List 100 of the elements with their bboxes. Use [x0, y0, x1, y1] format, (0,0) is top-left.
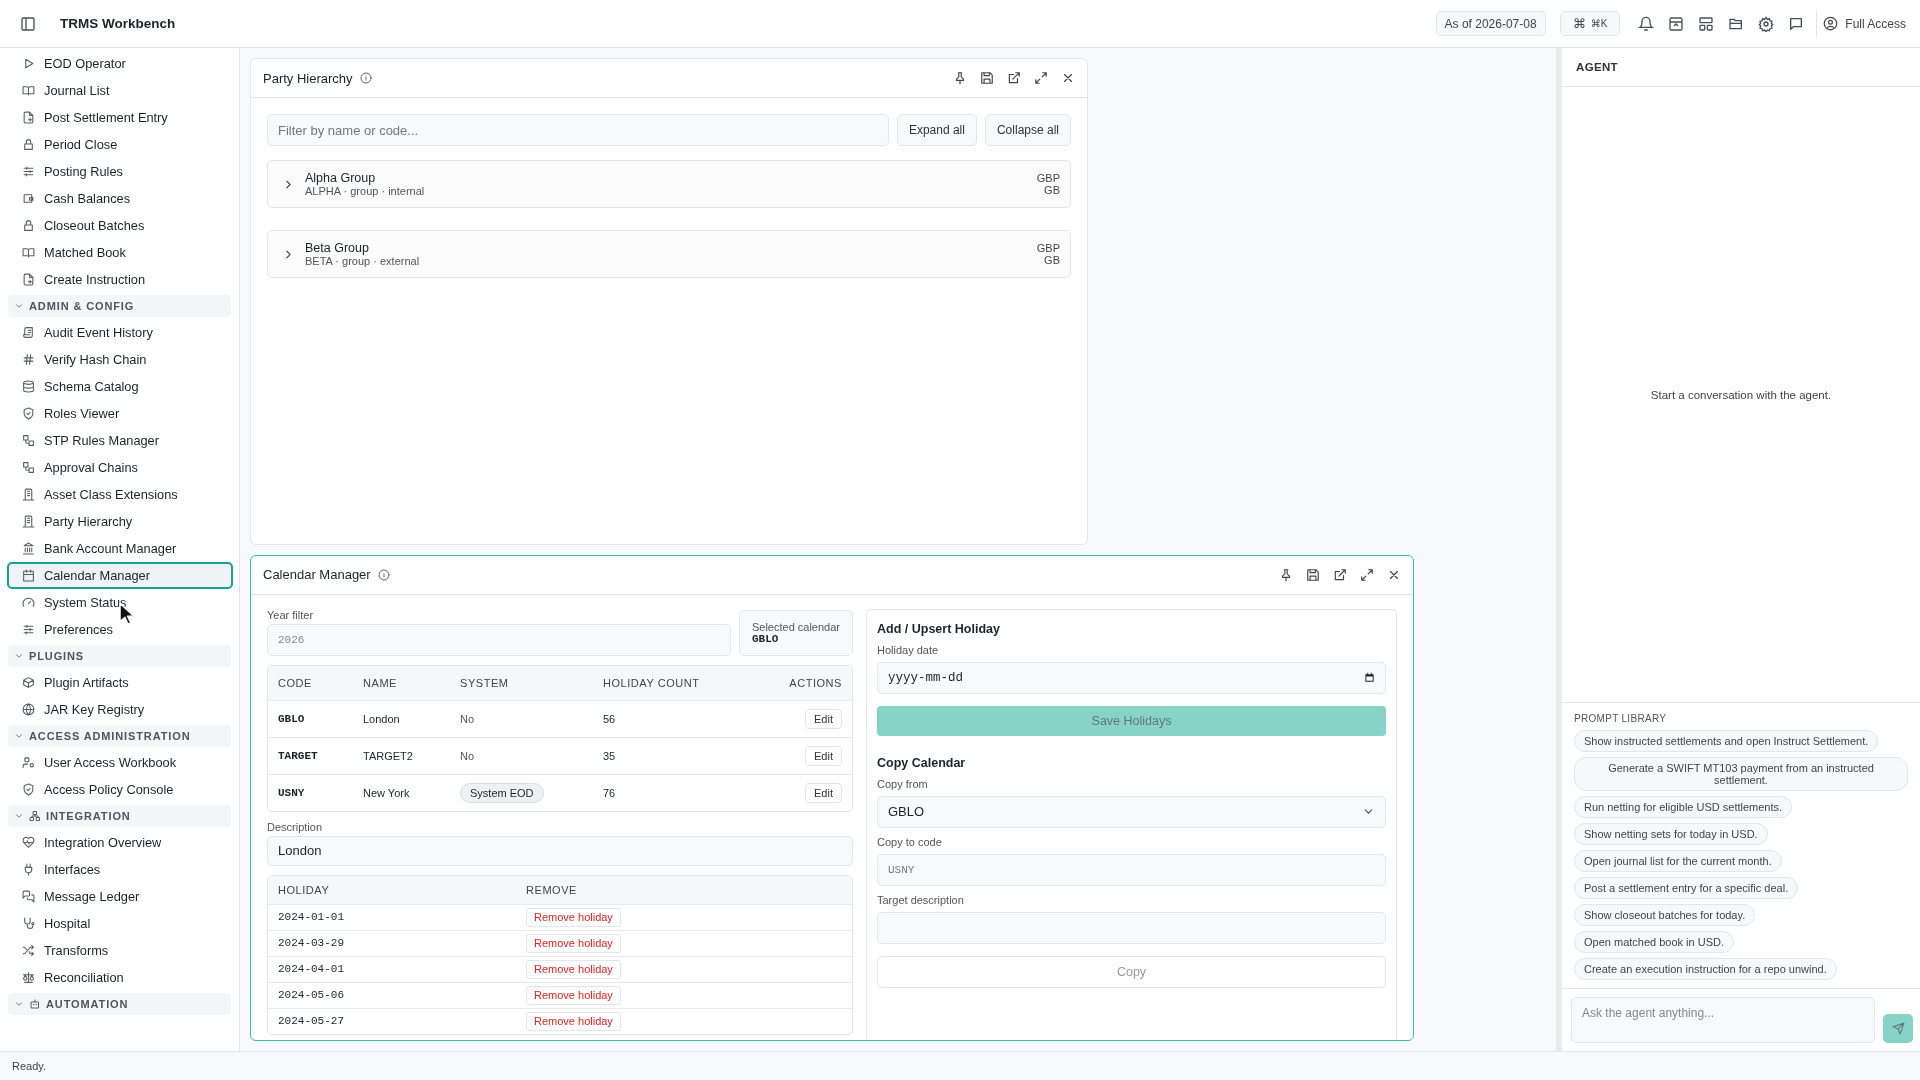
description-field[interactable]: London	[267, 835, 853, 866]
prompt-chip[interactable]: Open journal list for the current month.	[1574, 850, 1782, 872]
nav-item[interactable]: Schema Catalog	[7, 373, 233, 400]
nav-item[interactable]: Bank Account Manager	[7, 535, 233, 562]
hash-icon	[22, 353, 35, 366]
save-icon[interactable]	[980, 71, 994, 85]
selected-calendar-code: GBLO	[751, 632, 780, 645]
book-icon	[22, 84, 35, 97]
remove-holiday-button[interactable]: Remove holiday	[526, 1011, 621, 1031]
pin-icon[interactable]	[953, 71, 967, 85]
holiday-date-field[interactable]: yyyy-mm-dd	[877, 661, 1386, 694]
nav-item[interactable]: Journal List	[7, 77, 233, 104]
copy-from-select[interactable]: GBLO	[877, 795, 1386, 828]
prompt-chip[interactable]: Post a settlement entry for a specific deal.	[1574, 877, 1799, 899]
nav-item[interactable]: Create Instruction	[7, 266, 233, 293]
external-link-icon[interactable]	[1333, 567, 1347, 582]
nav-item[interactable]: Message Ledger	[7, 883, 233, 910]
panel-icon[interactable]	[1668, 15, 1685, 32]
calendar-icon[interactable]	[1364, 672, 1375, 683]
prompt-chip[interactable]: Open matched book in USD.	[1574, 931, 1735, 953]
remove-holiday-button[interactable]: Remove holiday	[526, 907, 621, 927]
remove-holiday-button[interactable]: Remove holiday	[526, 959, 621, 979]
nav-item[interactable]: Calendar Manager	[7, 562, 233, 589]
agent-input-field[interactable]: Ask the agent anything...	[1571, 997, 1875, 1043]
prompt-chip[interactable]: Show instructed settlements and open Instruct Settlement.	[1574, 730, 1879, 752]
prompt-chip[interactable]: Show closeout batches for today.	[1574, 904, 1756, 926]
country-code: GB	[1044, 184, 1060, 196]
nav-item[interactable]: User Access Workbook	[7, 749, 233, 776]
edit-button[interactable]: Edit	[805, 745, 842, 766]
wallet-icon	[22, 192, 35, 205]
command-palette-button[interactable]: ⌘ ⌘K	[1559, 11, 1621, 36]
nav-item[interactable]: Asset Class Extensions	[7, 481, 233, 508]
party-group-row[interactable]: Beta Group BETA · group · external GBP GB	[267, 230, 1071, 278]
edit-button[interactable]: Edit	[805, 782, 842, 803]
prompt-chip[interactable]: Show netting sets for today in USD.	[1574, 823, 1768, 845]
target-description-field[interactable]	[877, 911, 1386, 944]
section-header[interactable]: INTEGRATION	[8, 805, 231, 827]
prompt-chip[interactable]: Generate a SWIFT MT103 payment from an instructed settlement.	[1574, 757, 1908, 791]
nav-item[interactable]: STP Rules Manager	[7, 427, 233, 454]
table-cell-text: TARGET2	[363, 749, 414, 762]
nav-item[interactable]: Access Policy Console	[7, 776, 233, 803]
chevron-icon	[14, 731, 24, 741]
nav-item[interactable]: Closeout Batches	[7, 212, 233, 239]
close-icon[interactable]	[1061, 71, 1075, 85]
section-header[interactable]: ADMIN & CONFIG	[8, 295, 231, 317]
nav-item[interactable]: Interfaces	[7, 856, 233, 883]
nav-item[interactable]: Posting Rules	[7, 158, 233, 185]
external-link-icon[interactable]	[1007, 71, 1021, 85]
nav-item[interactable]: Reconciliation	[7, 964, 233, 991]
as-of-date-button[interactable]: As of 2026-07-08	[1435, 11, 1546, 36]
nav-item[interactable]: System Status	[7, 589, 233, 616]
info-icon[interactable]	[377, 568, 390, 581]
nav-item[interactable]: Preferences	[7, 616, 233, 643]
nav-item[interactable]: Cash Balances	[7, 185, 233, 212]
nav-item[interactable]: Audit Event History	[7, 319, 233, 346]
nav-item[interactable]: Matched Book	[7, 239, 233, 266]
workflow-icon	[22, 461, 35, 474]
nav-item[interactable]: Hospital	[7, 910, 233, 937]
tree-button[interactable]: Collapse all	[984, 114, 1071, 146]
database-icon	[22, 380, 35, 393]
nav-item[interactable]: EOD Operator	[7, 50, 233, 77]
maximize-icon[interactable]	[1034, 71, 1048, 85]
copy-to-code-field[interactable]: USNY	[877, 853, 1386, 886]
section-header[interactable]: AUTOMATION	[8, 993, 231, 1015]
network-icon	[29, 810, 41, 822]
table-cell-text: 35	[603, 749, 617, 762]
file-icon	[22, 273, 35, 286]
user-access-button[interactable]: Full Access	[1823, 16, 1906, 31]
layout-icon[interactable]	[1698, 15, 1715, 32]
edit-button[interactable]: Edit	[805, 708, 842, 729]
year-filter-field[interactable]: 2026	[267, 623, 731, 656]
chat-icon[interactable]	[1788, 15, 1805, 32]
nav-item[interactable]: JAR Key Registry	[7, 696, 233, 723]
send-icon	[1891, 1022, 1905, 1035]
nav-item[interactable]: Integration Overview	[7, 829, 233, 856]
filter-field[interactable]: Filter by name or code...	[267, 114, 889, 146]
maximize-icon[interactable]	[1360, 567, 1374, 582]
remove-holiday-button[interactable]: Remove holiday	[526, 985, 621, 1005]
pin-icon[interactable]	[1279, 567, 1293, 582]
tree-button[interactable]: Expand all	[896, 114, 977, 146]
prompt-chip[interactable]: Run netting for eligible USD settlements.	[1574, 796, 1793, 818]
nav-item[interactable]: Transforms	[7, 937, 233, 964]
settings-icon[interactable]	[1758, 15, 1775, 32]
prompt-chip[interactable]: Create an execution instruction for a repo unwind.	[1574, 958, 1837, 980]
save-icon[interactable]	[1306, 567, 1320, 582]
section-header[interactable]: ACCESS ADMINISTRATION	[8, 725, 231, 747]
section-header[interactable]: PLUGINS	[8, 645, 231, 667]
nav-item[interactable]: Party Hierarchy	[7, 508, 233, 535]
nav-item[interactable]: Plugin Artifacts	[7, 669, 233, 696]
party-group-row[interactable]: Alpha Group ALPHA · group · internal GBP GB	[267, 160, 1071, 208]
nav-item[interactable]: Roles Viewer	[7, 400, 233, 427]
nav-item[interactable]: Verify Hash Chain	[7, 346, 233, 373]
remove-holiday-button[interactable]: Remove holiday	[526, 933, 621, 953]
info-icon[interactable]	[359, 72, 372, 84]
bell-icon[interactable]	[1638, 15, 1655, 32]
sidebar-toggle-icon[interactable]	[20, 15, 36, 32]
nav-item[interactable]: Approval Chains	[7, 454, 233, 481]
workflow-icon	[22, 434, 35, 447]
nav-item[interactable]: Period Close	[7, 131, 233, 158]
nav-item[interactable]: Post Settlement Entry	[7, 104, 233, 131]
